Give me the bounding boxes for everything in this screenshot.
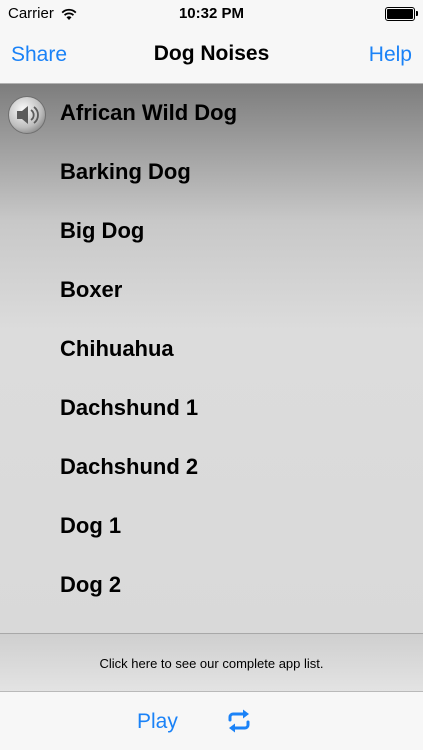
app-list-banner[interactable]: Click here to see our complete app list. — [0, 633, 423, 691]
list-item[interactable]: Dog 2 — [0, 556, 423, 615]
list-item[interactable]: Dog 1 — [0, 497, 423, 556]
app-list-text: Click here to see our complete app list. — [99, 656, 324, 671]
sound-label: Boxer — [60, 277, 123, 302]
sound-list[interactable]: African Wild Dog Barking Dog Big Dog Box… — [0, 84, 423, 633]
sound-label: Big Dog — [60, 218, 145, 243]
bottom-toolbar: Play — [0, 691, 423, 750]
play-button[interactable]: Play — [137, 710, 178, 734]
speaker-icon — [8, 96, 46, 134]
list-item[interactable]: African Wild Dog — [0, 84, 423, 143]
list-item[interactable]: Dachshund 1 — [0, 379, 423, 438]
list-item[interactable]: Chihuahua — [0, 320, 423, 379]
sound-label: African Wild Dog — [60, 100, 238, 125]
navigation-bar: Share Dog Noises Help — [0, 28, 423, 84]
sound-label: Dog 1 — [60, 513, 122, 538]
sound-label: Barking Dog — [60, 159, 191, 184]
status-bar: Carrier 10:32 PM — [0, 0, 423, 28]
sound-label: Chihuahua — [60, 336, 174, 361]
status-time: 10:32 PM — [178, 5, 245, 22]
battery-icon — [385, 7, 418, 21]
list-item[interactable]: Boxer — [0, 261, 423, 320]
sound-label: Dachshund 2 — [60, 454, 199, 479]
page-title: Dog Noises — [153, 42, 270, 65]
list-item[interactable]: Barking Dog — [0, 143, 423, 202]
sound-label: Dachshund 1 — [60, 395, 199, 420]
repeat-icon[interactable] — [225, 708, 253, 734]
sound-label: Dog 2 — [60, 572, 122, 597]
help-button[interactable]: Help — [369, 43, 412, 67]
list-item[interactable]: Big Dog — [0, 202, 423, 261]
list-item[interactable]: Dachshund 2 — [0, 438, 423, 497]
